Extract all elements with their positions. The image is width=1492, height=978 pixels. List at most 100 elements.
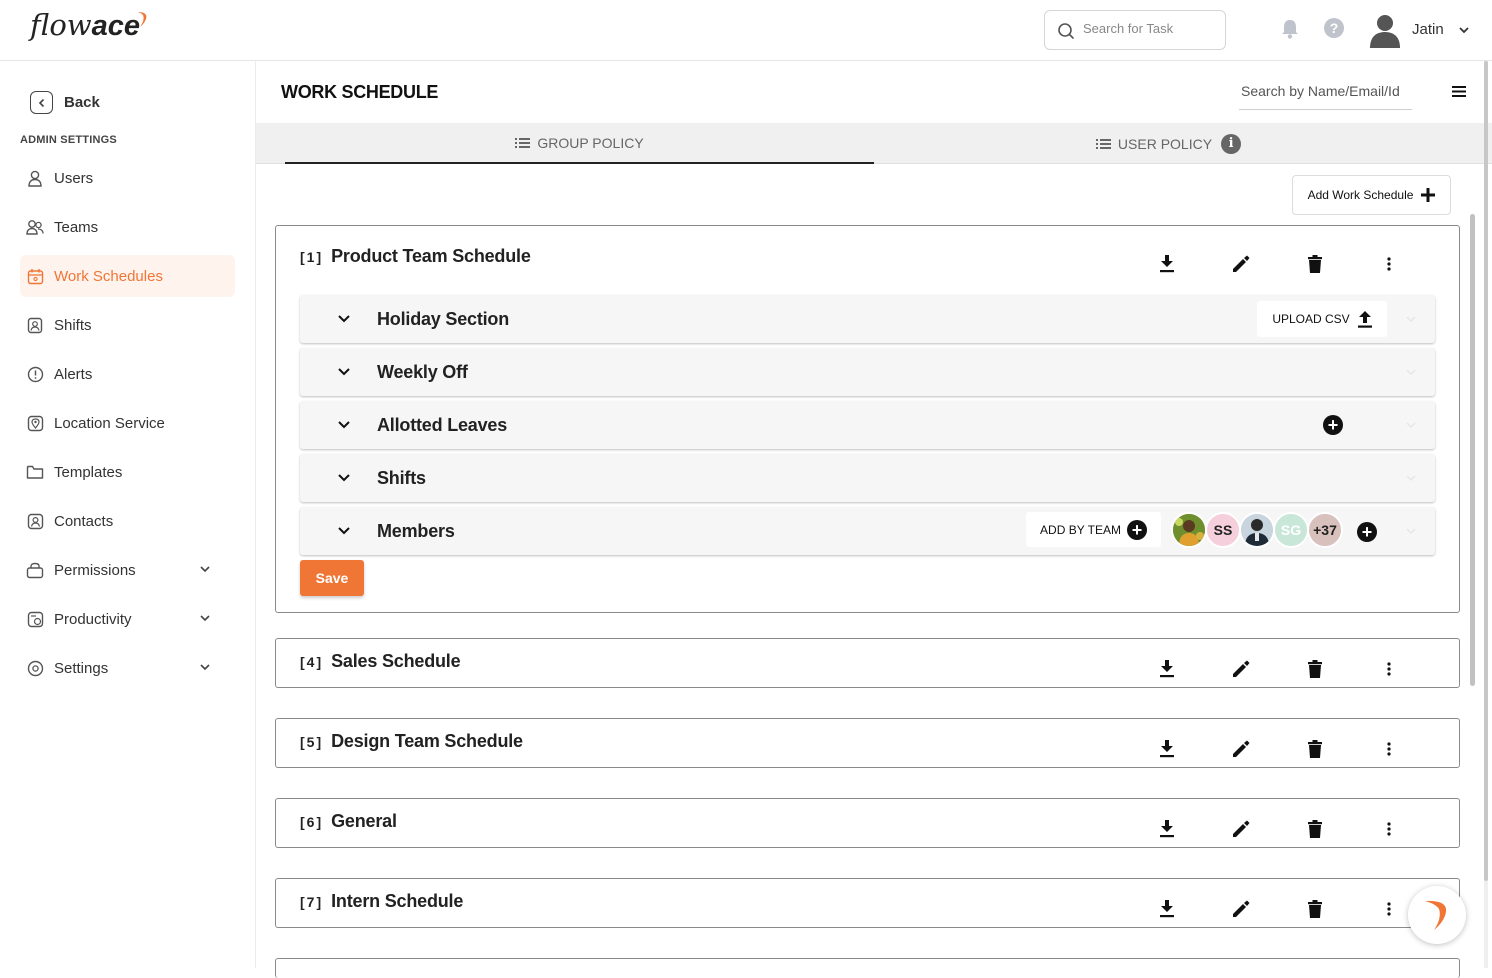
sidebar-item-label: Users: [54, 169, 94, 187]
chevron-down-icon: [200, 566, 210, 573]
add-leave-icon[interactable]: +: [1323, 415, 1343, 435]
accordion-title: Shifts: [377, 468, 426, 488]
list-icon: [1095, 138, 1111, 149]
edit-icon[interactable]: [1229, 657, 1253, 681]
delete-icon[interactable]: [1303, 657, 1327, 681]
user-name[interactable]: Jatin: [1412, 21, 1444, 38]
schedule-number: [5]: [300, 734, 324, 750]
delete-icon[interactable]: [1303, 252, 1327, 276]
accordion-title: Members: [377, 521, 455, 541]
sidebar-item-teams[interactable]: Teams: [20, 206, 235, 248]
schedule-card-partial[interactable]: [275, 958, 1460, 978]
sidebar-item-users[interactable]: Users: [20, 157, 235, 199]
schedule-number: [6]: [300, 814, 324, 830]
list-icon: [515, 137, 531, 148]
sidebar-item-alerts[interactable]: Alerts: [20, 353, 235, 395]
calendar-icon: [26, 267, 44, 285]
sidebar-item-contacts[interactable]: Contacts: [20, 500, 235, 542]
inner-scrollbar[interactable]: [1470, 214, 1475, 686]
alert-icon: [26, 365, 44, 383]
more-vert-icon[interactable]: [1377, 897, 1401, 921]
delete-icon[interactable]: [1303, 817, 1327, 841]
download-icon[interactable]: [1155, 897, 1179, 921]
accordion-title: Allotted Leaves: [377, 415, 508, 435]
schedule-number: [7]: [300, 894, 324, 910]
schedule-card[interactable]: [5] Design Team Schedule: [275, 718, 1460, 768]
sidebar-item-permissions[interactable]: Permissions: [20, 549, 235, 591]
name-search-box[interactable]: [1239, 77, 1412, 110]
edit-icon[interactable]: [1229, 817, 1253, 841]
back-button[interactable]: Back: [30, 91, 100, 114]
expand-icon: [1406, 528, 1416, 535]
task-search-box[interactable]: [1044, 10, 1226, 50]
more-members-badge[interactable]: +37: [1307, 512, 1343, 548]
plus-icon: [1421, 188, 1436, 202]
sidebar-item-shifts[interactable]: Shifts: [20, 304, 235, 346]
edit-icon[interactable]: [1229, 897, 1253, 921]
flowace-logo[interactable]: flowace: [30, 8, 147, 43]
chevron-down-icon[interactable]: [1458, 24, 1470, 36]
add-member-icon[interactable]: +: [1357, 522, 1377, 542]
delete-icon[interactable]: [1303, 897, 1327, 921]
menu-icon[interactable]: [1452, 85, 1466, 98]
lock-icon: [26, 561, 44, 579]
add-work-schedule-button[interactable]: Add Work Schedule: [1292, 175, 1451, 215]
add-work-schedule-label: Add Work Schedule: [1307, 188, 1414, 202]
weekly-off-accordion[interactable]: Weekly Off: [300, 348, 1435, 396]
flowace-assistant-button[interactable]: [1408, 886, 1466, 944]
member-avatar[interactable]: [1239, 512, 1275, 548]
tab-label: USER POLICY: [1117, 135, 1213, 152]
more-vert-icon[interactable]: [1377, 817, 1401, 841]
holiday-section-accordion[interactable]: Holiday Section UPLOAD CSV: [300, 295, 1435, 343]
sidebar-item-settings[interactable]: Settings: [20, 647, 235, 689]
edit-icon[interactable]: [1229, 737, 1253, 761]
location-icon: [26, 414, 44, 432]
schedule-card[interactable]: [4] Sales Schedule: [275, 638, 1460, 688]
page-scrollbar[interactable]: [1484, 61, 1488, 968]
schedule-card[interactable]: [1] Product Team Schedule Holiday Section…: [275, 225, 1460, 613]
main-content: WORK SCHEDULE GROUP POLICY USER POLICY i…: [256, 61, 1492, 978]
upload-csv-button[interactable]: UPLOAD CSV: [1257, 301, 1387, 337]
schedule-title: [7] Intern Schedule: [300, 891, 463, 912]
sidebar-item-work-schedules[interactable]: Work Schedules: [20, 255, 235, 297]
download-icon[interactable]: [1155, 657, 1179, 681]
name-search-input[interactable]: [1239, 83, 1412, 99]
schedule-card[interactable]: [7] Intern Schedule: [275, 878, 1460, 928]
member-avatar[interactable]: SS: [1205, 512, 1241, 548]
schedule-card[interactable]: [6] General: [275, 798, 1460, 848]
sidebar-item-label: Permissions: [54, 561, 136, 579]
delete-icon[interactable]: [1303, 737, 1327, 761]
sidebar-item-label: Alerts: [54, 365, 93, 383]
folder-icon: [26, 463, 44, 481]
sidebar-item-label: Shifts: [54, 316, 92, 334]
schedule-title: [1] Product Team Schedule: [300, 246, 531, 267]
info-icon[interactable]: i: [1221, 133, 1242, 154]
help-icon[interactable]: ?: [1324, 18, 1344, 38]
sidebar-item-templates[interactable]: Templates: [20, 451, 235, 493]
save-button[interactable]: Save: [300, 560, 364, 596]
download-icon[interactable]: [1155, 252, 1179, 276]
upload-icon: [1357, 310, 1372, 328]
more-vert-icon[interactable]: [1377, 252, 1401, 276]
members-accordion[interactable]: Members ADD BY TEAM + SS SG +37 +: [300, 507, 1435, 555]
tab-group-policy[interactable]: GROUP POLICY: [285, 123, 874, 164]
add-icon: +: [1126, 519, 1147, 540]
shifts-accordion[interactable]: Shifts: [300, 454, 1435, 502]
more-vert-icon[interactable]: [1377, 737, 1401, 761]
more-vert-icon[interactable]: [1377, 657, 1401, 681]
sidebar-item-productivity[interactable]: Productivity: [20, 598, 235, 640]
task-search-input[interactable]: [1083, 21, 1218, 36]
bell-icon[interactable]: [1280, 18, 1300, 40]
download-icon[interactable]: [1155, 817, 1179, 841]
avatar[interactable]: [1368, 12, 1402, 48]
page-scrollbar-thumb[interactable]: [1484, 61, 1488, 881]
edit-icon[interactable]: [1229, 252, 1253, 276]
member-avatar[interactable]: [1171, 512, 1207, 548]
tab-user-policy[interactable]: USER POLICY i: [874, 123, 1463, 164]
add-by-team-button[interactable]: ADD BY TEAM +: [1026, 512, 1161, 547]
sidebar-item-location-service[interactable]: Location Service: [20, 402, 235, 444]
member-avatar[interactable]: SG: [1273, 512, 1309, 548]
download-icon[interactable]: [1155, 737, 1179, 761]
expand-icon: [1406, 422, 1416, 429]
allotted-leaves-accordion[interactable]: Allotted Leaves +: [300, 401, 1435, 449]
